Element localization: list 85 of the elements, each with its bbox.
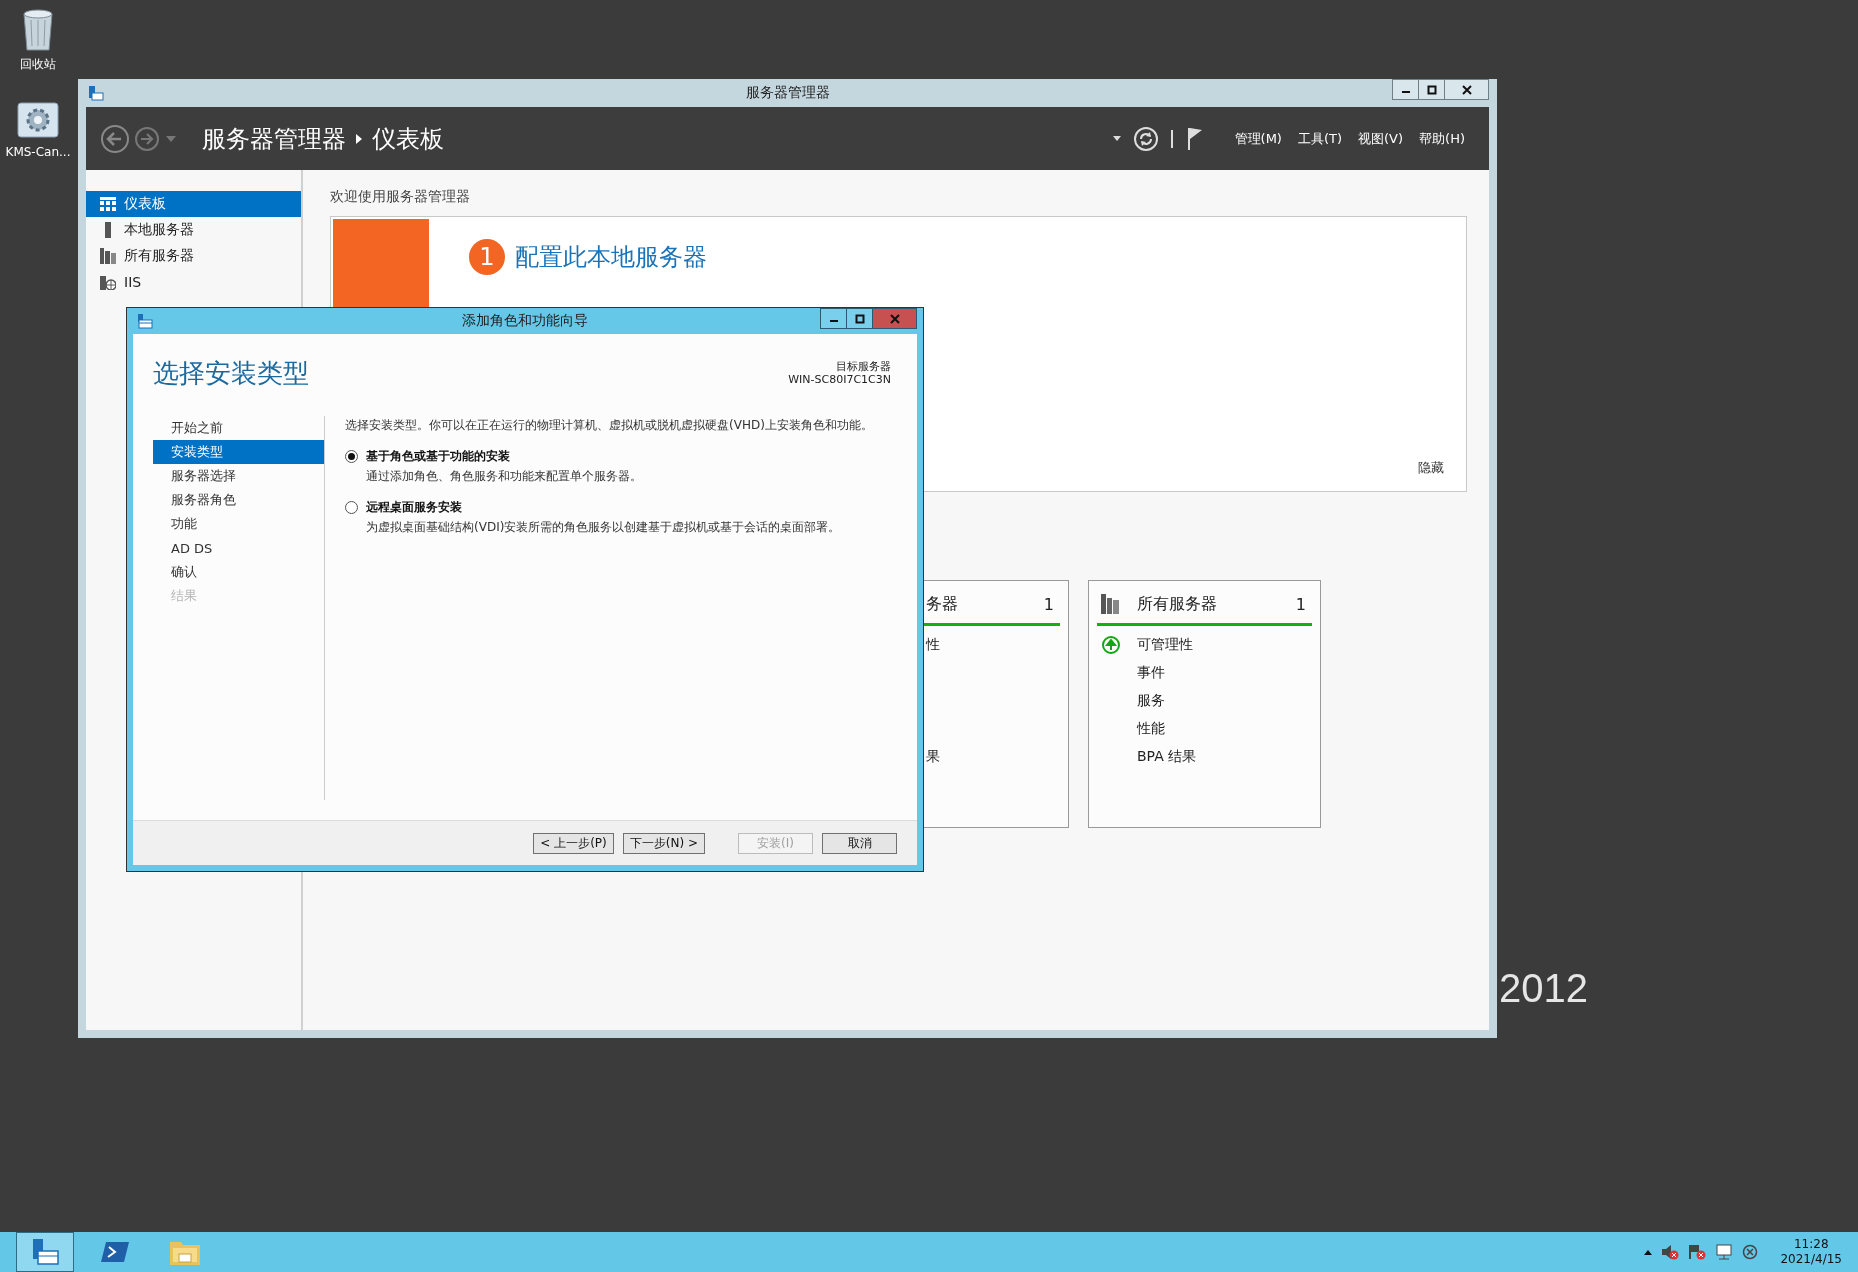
option-label[interactable]: 基于角色或基于功能的安装 (366, 448, 510, 465)
chevron-icon (356, 133, 362, 144)
server-globe-icon (100, 274, 116, 290)
minimize-button[interactable] (1392, 79, 1419, 100)
tile-item[interactable]: 服务 (1137, 692, 1165, 710)
sidebar-item[interactable]: 所有服务器 (86, 243, 301, 269)
terminal-icon (100, 1240, 130, 1264)
menu-item[interactable]: 管理(M) (1234, 129, 1282, 148)
option-description: 通过添加角色、角色服务和功能来配置单个服务器。 (366, 468, 643, 485)
tile-item[interactable]: 果 (926, 748, 940, 766)
desktop-icon-label[interactable]: KMS-Can... (5, 145, 71, 159)
close-circle-icon[interactable] (1742, 1244, 1759, 1260)
taskbar-button[interactable] (16, 1232, 74, 1272)
clock-date[interactable]: 2021/4/15 (1780, 1252, 1842, 1267)
tile-item[interactable]: 事件 (1137, 664, 1165, 682)
tile-item[interactable]: 性 (926, 636, 940, 654)
dialog-button[interactable]: 下一步(N) > (622, 832, 705, 854)
clock-time[interactable]: 11:28 (1793, 1237, 1829, 1252)
forward-icon[interactable] (134, 125, 160, 152)
flag-icon[interactable] (1186, 126, 1203, 151)
dashboard-icon (100, 197, 116, 211)
breadcrumb-item[interactable]: 服务器管理器 (202, 122, 346, 155)
servers-icon (100, 248, 116, 264)
minimize-button[interactable] (820, 308, 847, 329)
menu-item[interactable]: 工具(T) (1297, 129, 1343, 148)
sidebar-item[interactable]: 本地服务器 (86, 217, 301, 243)
desktop-watermark-text: 2012 (1499, 966, 1588, 1011)
wizard-step[interactable]: 功能 (153, 512, 324, 536)
option-label[interactable]: 远程桌面服务安装 (366, 499, 462, 516)
tile-item[interactable]: 可管理性 (1137, 636, 1193, 654)
sidebar-item[interactable]: 仪表板 (86, 191, 301, 217)
tile-title: 所有服务器 (1137, 593, 1217, 615)
minimize-icon (829, 320, 838, 322)
flag-error-icon[interactable] (1688, 1244, 1707, 1260)
dialog-title: 添加角色和功能向导 (462, 312, 588, 330)
target-server-label: 目标服务器 (836, 360, 891, 373)
menu-item[interactable]: 视图(V) (1358, 129, 1404, 148)
wizard-step[interactable]: 确认 (153, 560, 324, 584)
page-heading: 选择安装类型 (153, 357, 309, 390)
server-toolbox-icon (137, 313, 153, 329)
gear-icon[interactable] (16, 101, 60, 141)
minimize-icon (1401, 91, 1410, 93)
dialog-button[interactable]: 取消 (822, 832, 897, 854)
configure-server-link[interactable]: 配置此本地服务器 (515, 241, 707, 273)
option-description: 为虚拟桌面基础结构(VDI)安装所需的角色服务以创建基于虚拟机或基于会话的桌面部署。 (366, 519, 842, 536)
tile-title: 务器 (926, 593, 958, 615)
close-icon (889, 313, 900, 324)
refresh-icon[interactable] (1132, 125, 1159, 152)
network-icon[interactable] (1715, 1244, 1734, 1260)
radio-button[interactable] (345, 450, 358, 463)
description-text: 选择安装类型。你可以在正在运行的物理计算机、虚拟机或脱机虚拟硬盘(VHD)上安装角色和功能。 (345, 417, 874, 434)
server-manager-icon (88, 85, 104, 101)
welcome-heading: 欢迎使用服务器管理器 (330, 188, 471, 206)
radio-button[interactable] (345, 501, 358, 514)
close-icon (1461, 84, 1472, 95)
hide-link[interactable]: 隐藏 (1418, 459, 1444, 477)
tile-item[interactable]: BPA 结果 (1137, 748, 1197, 766)
desktop-icon-label[interactable]: 回收站 (20, 56, 56, 73)
back-icon[interactable] (100, 123, 130, 154)
close-button[interactable] (1444, 79, 1489, 100)
wizard-step[interactable]: 安装类型 (153, 440, 324, 464)
caret-icon[interactable] (1112, 136, 1121, 141)
wizard-step[interactable]: 服务器选择 (153, 464, 324, 488)
maximize-button[interactable] (1418, 79, 1445, 100)
server-manager-icon (30, 1237, 60, 1267)
tile-count: 1 (1295, 594, 1306, 614)
wizard-step[interactable]: AD DS (153, 536, 324, 560)
sidebar-item[interactable]: IIS (86, 269, 301, 295)
tile-count: 1 (1043, 594, 1054, 614)
maximize-button[interactable] (846, 308, 873, 329)
tile-item[interactable]: 性能 (1137, 720, 1165, 738)
caret-up-icon[interactable] (1644, 1249, 1653, 1255)
step-number-badge: 1 (469, 239, 505, 275)
wizard-step[interactable]: 服务器角色 (153, 488, 324, 512)
maximize-icon (854, 313, 865, 324)
speaker-muted-icon[interactable] (1661, 1244, 1680, 1260)
wizard-step[interactable]: 开始之前 (153, 416, 324, 440)
dialog-button[interactable]: < 上一步(P) (533, 832, 614, 854)
menu-item[interactable]: 帮助(H) (1419, 129, 1465, 148)
server-tile[interactable]: 所有服务器 1 可管理性 事件 服务 性能 BPA 结果 (1088, 580, 1321, 828)
servers-icon (1101, 594, 1119, 614)
breadcrumb-item: 仪表板 (372, 123, 444, 155)
target-server-name: WIN-SC80I7C1C3N (788, 373, 891, 386)
window-title: 服务器管理器 (745, 84, 830, 102)
maximize-icon (1426, 84, 1437, 95)
